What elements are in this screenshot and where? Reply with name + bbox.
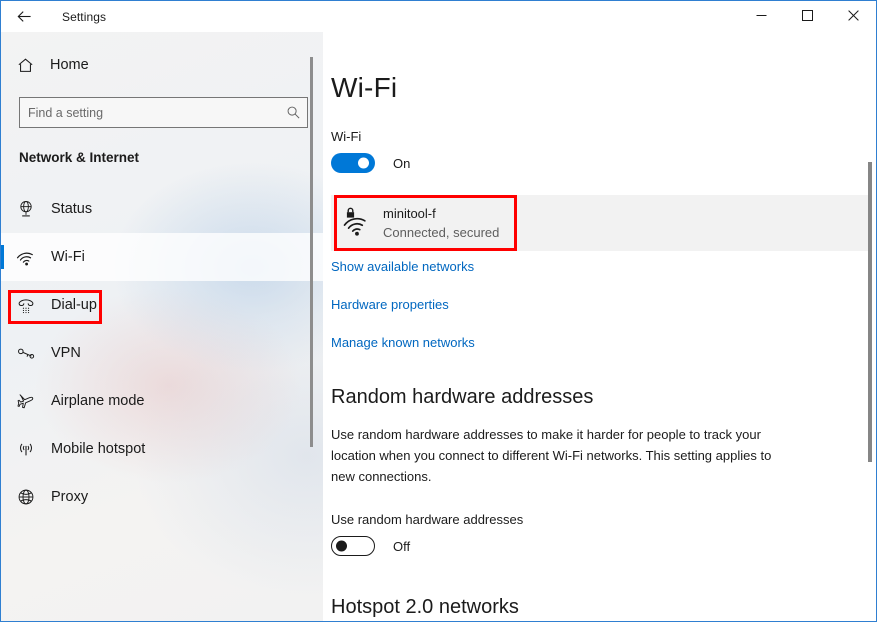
search-input[interactable] bbox=[20, 98, 279, 127]
close-button[interactable] bbox=[830, 1, 876, 32]
network-card-texts: minitool-f Connected, secured bbox=[383, 205, 499, 241]
minimize-button[interactable] bbox=[738, 1, 784, 32]
content-scrollbar[interactable] bbox=[868, 32, 872, 621]
random-hw-toggle[interactable] bbox=[331, 536, 375, 556]
title-bar: Settings bbox=[1, 1, 876, 32]
sidebar-item-dialup[interactable]: Dial-up bbox=[1, 281, 323, 329]
window-controls bbox=[738, 1, 876, 32]
link-show-available-networks[interactable]: Show available networks bbox=[331, 259, 474, 274]
sidebar-item-home[interactable]: Home bbox=[1, 45, 323, 85]
maximize-icon bbox=[801, 8, 813, 26]
wifi-toggle[interactable] bbox=[331, 153, 375, 173]
vpn-key-icon bbox=[16, 343, 48, 363]
sidebar: Home Network & Internet bbox=[1, 32, 323, 621]
search-box[interactable] bbox=[19, 97, 308, 128]
sidebar-item-airplane-mode[interactable]: Airplane mode bbox=[1, 377, 323, 425]
back-arrow-icon bbox=[16, 8, 33, 25]
dialup-phone-icon bbox=[16, 295, 48, 315]
wifi-icon bbox=[16, 247, 48, 268]
wifi-toggle-row: On bbox=[331, 153, 836, 173]
link-hardware-properties[interactable]: Hardware properties bbox=[331, 297, 449, 312]
sidebar-home-label: Home bbox=[50, 57, 89, 73]
sidebar-label-dialup: Dial-up bbox=[51, 297, 97, 313]
status-globe-icon bbox=[16, 199, 48, 219]
hotspot-antenna-icon bbox=[16, 439, 48, 459]
wifi-secured-icon bbox=[337, 207, 383, 239]
search-icon[interactable] bbox=[279, 105, 307, 120]
wifi-toggle-knob bbox=[358, 157, 369, 169]
content-scrollbar-thumb[interactable] bbox=[868, 162, 872, 462]
sidebar-item-vpn[interactable]: VPN bbox=[1, 329, 323, 377]
airplane-icon bbox=[16, 391, 48, 411]
link-manage-known-networks[interactable]: Manage known networks bbox=[331, 335, 475, 350]
sidebar-label-airplane-mode: Airplane mode bbox=[51, 393, 145, 409]
random-hw-toggle-knob bbox=[336, 540, 347, 552]
connected-network-card[interactable]: minitool-f Connected, secured bbox=[331, 195, 868, 251]
window-body: Home Network & Internet bbox=[1, 32, 876, 621]
wifi-toggle-label: Wi-Fi bbox=[331, 129, 362, 144]
sidebar-label-vpn: VPN bbox=[51, 345, 81, 361]
page-title: Wi-Fi bbox=[331, 72, 398, 103]
sidebar-label-proxy: Proxy bbox=[51, 489, 89, 505]
proxy-globe-icon bbox=[16, 487, 48, 507]
network-name: minitool-f bbox=[383, 206, 436, 221]
sidebar-label-mobile-hotspot: Mobile hotspot bbox=[51, 441, 146, 457]
network-card-wrapper: minitool-f Connected, secured bbox=[331, 195, 868, 251]
sidebar-nav-list: Status Wi-Fi Dial-up VPN Airplane mode M… bbox=[1, 185, 323, 521]
sidebar-label-wifi: Wi-Fi bbox=[51, 249, 85, 265]
sidebar-item-proxy[interactable]: Proxy bbox=[1, 473, 323, 521]
sidebar-scrollbar[interactable] bbox=[310, 32, 313, 621]
sidebar-label-status: Status bbox=[51, 201, 93, 217]
content-area: Wi-Fi Wi-Fi On minitool-f Connected, sec… bbox=[323, 32, 876, 621]
random-hw-toggle-row: Off bbox=[331, 536, 836, 556]
random-hw-toggle-state: Off bbox=[393, 538, 411, 554]
sidebar-section-heading: Network & Internet bbox=[19, 150, 140, 165]
random-hardware-addresses-title: Random hardware addresses bbox=[331, 386, 594, 408]
sidebar-item-status[interactable]: Status bbox=[1, 185, 323, 233]
maximize-button[interactable] bbox=[784, 1, 830, 32]
home-icon bbox=[16, 56, 46, 75]
back-button[interactable] bbox=[1, 1, 47, 32]
sidebar-item-mobile-hotspot[interactable]: Mobile hotspot bbox=[1, 425, 323, 473]
random-hardware-addresses-description: Use random hardware addresses to make it… bbox=[331, 427, 772, 484]
wifi-toggle-state: On bbox=[393, 155, 411, 171]
sidebar-item-wifi[interactable]: Wi-Fi bbox=[1, 233, 323, 281]
close-icon bbox=[847, 8, 859, 26]
window-title: Settings bbox=[62, 9, 107, 24]
minimize-icon bbox=[756, 8, 767, 26]
hotspot-networks-title: Hotspot 2.0 networks bbox=[331, 596, 519, 618]
network-status: Connected, secured bbox=[383, 225, 500, 240]
settings-window: Settings Home Find a setting Network & I… bbox=[0, 0, 877, 622]
random-hw-toggle-label: Use random hardware addresses bbox=[331, 512, 524, 527]
sidebar-scrollbar-thumb[interactable] bbox=[310, 57, 313, 447]
